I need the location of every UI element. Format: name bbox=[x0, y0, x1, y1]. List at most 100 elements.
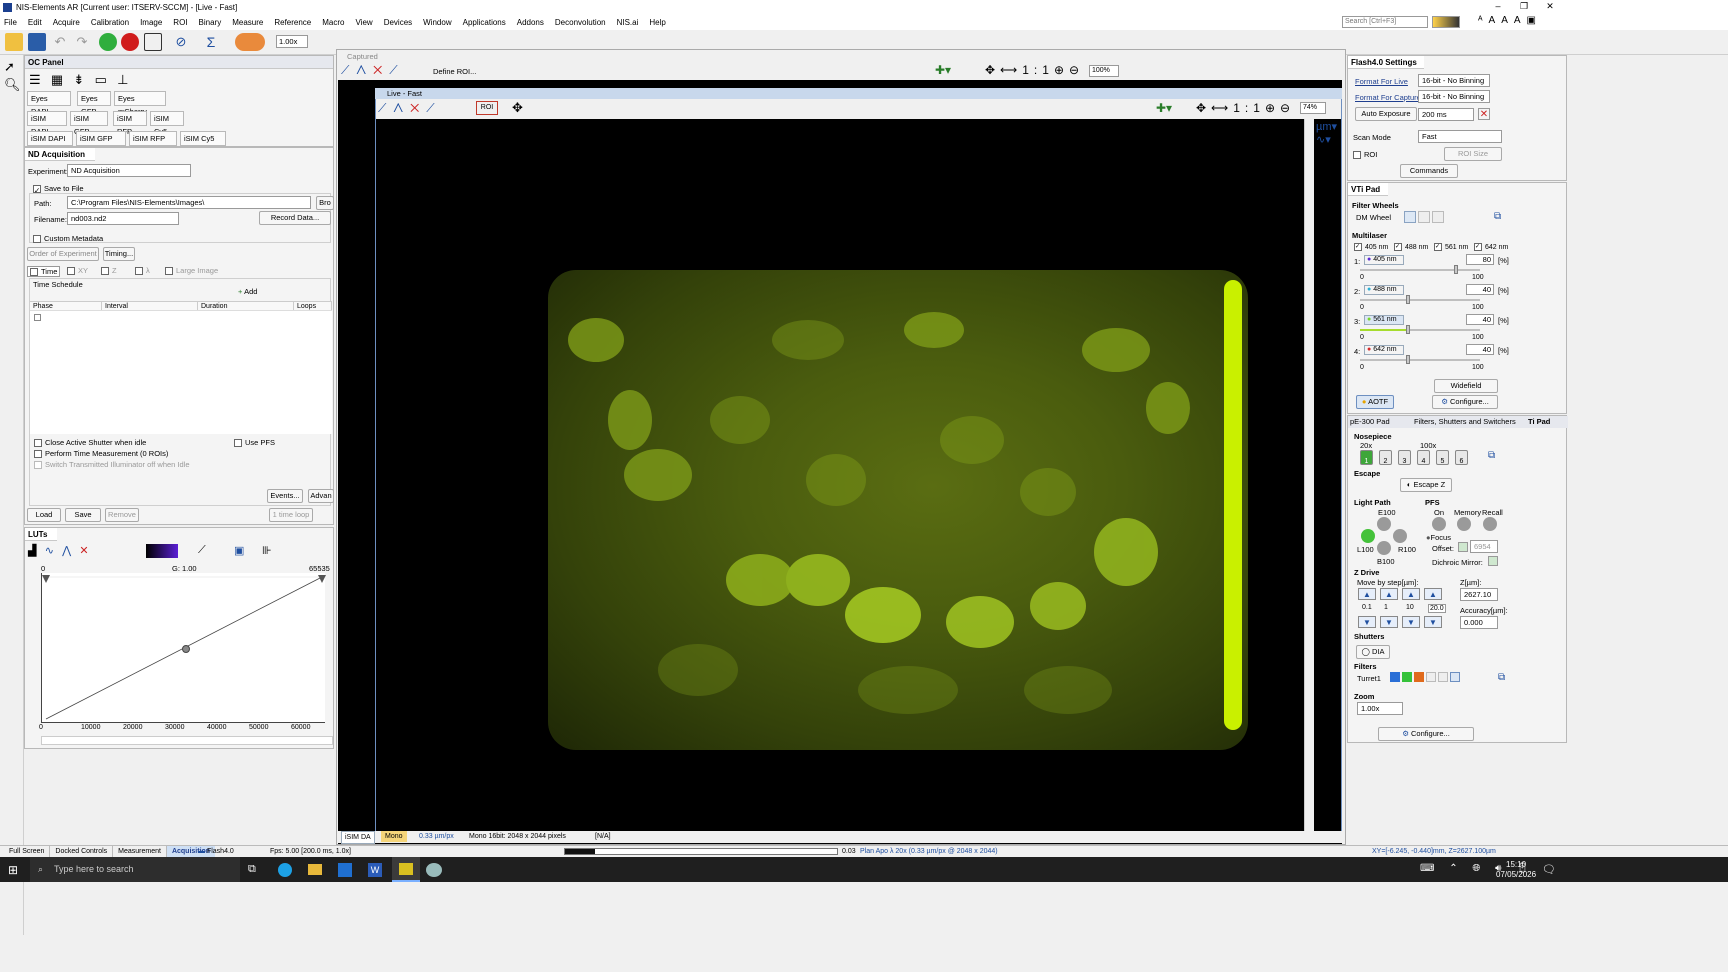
scan-mode-select[interactable]: Fast bbox=[1418, 130, 1502, 143]
dm-wheel-pos-2[interactable] bbox=[1418, 211, 1430, 223]
dia-shutter-button[interactable]: ◯ DIA bbox=[1356, 645, 1390, 659]
nosepiece-slot-2[interactable]: 2 bbox=[1379, 450, 1392, 465]
z-field[interactable]: 2627.10 bbox=[1460, 588, 1498, 601]
nd-tab-0[interactable]: Time bbox=[27, 266, 61, 278]
zoom-select[interactable]: 1.00x bbox=[276, 35, 308, 48]
optical-config-icon[interactable] bbox=[235, 33, 265, 51]
nd-tab-4[interactable]: Large Image bbox=[165, 266, 218, 276]
zoom-field[interactable]: 1.00x bbox=[1357, 702, 1403, 715]
tune-icon[interactable]: ⊥ bbox=[117, 72, 128, 87]
use-pfs-checkbox[interactable]: Use PFS bbox=[234, 438, 275, 448]
menu-nisai[interactable]: NIS.ai bbox=[617, 18, 639, 27]
format-live-select[interactable]: 16-bit - No Binning bbox=[1418, 74, 1490, 87]
taskbar-search[interactable]: ⌕ Type here to search bbox=[30, 857, 240, 882]
oc-button-isim-gfp-mp[interactable]: iSIM GFP MP bbox=[76, 131, 126, 156]
turret-pos-1[interactable] bbox=[1390, 672, 1400, 682]
laser-power-field[interactable]: 40 bbox=[1466, 284, 1494, 295]
z-down-button-1[interactable]: ▼ bbox=[1380, 616, 1398, 628]
z-up-button-1[interactable]: ▲ bbox=[1380, 588, 1398, 600]
add-button[interactable]: + Add bbox=[238, 287, 257, 296]
oc-button-isim-dapi-mp[interactable]: iSIM DAPI MP bbox=[27, 131, 73, 156]
path-field[interactable]: C:\Program Files\NIS-Elements\Images\ bbox=[67, 196, 311, 209]
load-button[interactable]: Load bbox=[27, 508, 61, 522]
remove-button[interactable]: Remove bbox=[105, 508, 139, 522]
lut-auto-icon[interactable]: ▟ bbox=[28, 545, 36, 557]
laser-power-field[interactable]: 40 bbox=[1466, 344, 1494, 355]
z-up-button-2[interactable]: ▲ bbox=[1402, 588, 1420, 600]
laser-slider-knob[interactable] bbox=[1406, 325, 1410, 334]
clock[interactable]: 15:10 07/05/2026 bbox=[1496, 860, 1536, 880]
lut-fit-icon[interactable]: ⋀ bbox=[62, 545, 71, 557]
turret-pos-3[interactable] bbox=[1414, 672, 1424, 682]
unit-selector[interactable]: µm▾ ∿▾ bbox=[1316, 120, 1342, 160]
menu-binary[interactable]: Binary bbox=[199, 18, 222, 27]
outlook-icon[interactable] bbox=[338, 863, 352, 877]
laser-slider-0[interactable] bbox=[1360, 269, 1480, 271]
sum-icon[interactable]: Σ bbox=[202, 33, 220, 51]
dichroic-icon[interactable] bbox=[1488, 556, 1498, 566]
column-header[interactable]: Loops bbox=[294, 302, 332, 310]
oc-button-isim-rfp-mp[interactable]: iSIM RFP MP bbox=[129, 131, 177, 156]
menu-file[interactable]: File bbox=[4, 18, 17, 27]
notifications-icon[interactable]: 🗨︎ bbox=[1542, 863, 1556, 876]
laser-slider-knob[interactable] bbox=[1406, 295, 1410, 304]
theme-icon[interactable] bbox=[1432, 16, 1460, 28]
record-data-button[interactable]: Record Data... bbox=[259, 211, 331, 225]
column-header[interactable]: Phase bbox=[30, 302, 102, 310]
oc-button-eyes-dapi[interactable]: Eyes DAPI bbox=[27, 91, 71, 116]
dm-wheel-pos-1[interactable] bbox=[1404, 211, 1416, 223]
nd-tab-1[interactable]: XY bbox=[67, 266, 88, 276]
roi-icon[interactable]: ROI bbox=[476, 101, 498, 115]
bottom-tab-0[interactable]: Full Screen bbox=[4, 846, 51, 857]
ti-tab-0[interactable]: pE-300 Pad bbox=[1350, 416, 1390, 428]
menu-macro[interactable]: Macro bbox=[322, 18, 344, 27]
stop-icon[interactable] bbox=[121, 33, 139, 51]
lut-split-icon[interactable]: ⊪ bbox=[262, 544, 272, 557]
laser-name-1[interactable]: ● 488 nm bbox=[1364, 285, 1404, 295]
nosepiece-slot-4[interactable]: 4 bbox=[1417, 450, 1430, 465]
column-header[interactable]: Interval bbox=[102, 302, 198, 310]
dm-wheel-pos-3[interactable] bbox=[1432, 211, 1444, 223]
order-of-experiment-select[interactable]: Order of Experiment bbox=[27, 247, 99, 261]
monitor-icon[interactable]: ▭ bbox=[95, 72, 107, 87]
light-path-r100[interactable] bbox=[1393, 529, 1407, 543]
lut-curve-icon[interactable]: ∿ bbox=[45, 545, 54, 557]
light-path-e100[interactable] bbox=[1377, 517, 1391, 531]
list-icon[interactable]: ☰ bbox=[29, 72, 41, 87]
sort-icon[interactable]: ⇟ bbox=[73, 72, 84, 87]
oc-button-eyes-mcherry[interactable]: Eyes mCherry bbox=[114, 91, 166, 116]
z-step-label[interactable]: 20.0 bbox=[1428, 604, 1446, 613]
nosepiece-slot-3[interactable]: 3 bbox=[1398, 450, 1411, 465]
nosepiece-slot-1[interactable]: 1 bbox=[1360, 450, 1373, 465]
turret-pos-6[interactable] bbox=[1450, 672, 1460, 682]
oc-button-isim-gfp[interactable]: iSIM GFP bbox=[70, 111, 108, 136]
z-down-button-3[interactable]: ▼ bbox=[1424, 616, 1442, 628]
column-header[interactable]: Duration bbox=[198, 302, 294, 310]
perform-time-checkbox[interactable]: Perform Time Measurement (0 ROIs) bbox=[34, 449, 168, 459]
captured-roi-tools[interactable]: ⟋⋀✕⟋ bbox=[341, 63, 431, 79]
restore-button[interactable]: ❐ bbox=[1514, 0, 1534, 15]
menu-roi[interactable]: ROI bbox=[173, 18, 187, 27]
play-live-icon[interactable] bbox=[99, 33, 117, 51]
exposure-reset-icon[interactable]: ✕ bbox=[1478, 108, 1490, 120]
zoom-tool-icon[interactable]: 🔍︎ bbox=[4, 77, 21, 93]
auto-exposure-button[interactable]: Auto Exposure bbox=[1355, 107, 1417, 121]
bottom-tab-1[interactable]: Docked Controls bbox=[50, 846, 114, 857]
menu-help[interactable]: Help bbox=[649, 18, 665, 27]
save-to-file-checkbox[interactable]: ✓ Save to File bbox=[33, 184, 84, 195]
z-down-button-0[interactable]: ▼ bbox=[1358, 616, 1376, 628]
events-button[interactable]: Events... bbox=[267, 489, 303, 503]
save-button[interactable]: Save bbox=[65, 508, 101, 522]
oc-button-isim-cy5-mp[interactable]: iSIM Cy5 MP bbox=[180, 131, 226, 156]
task-view-icon[interactable]: ⧉ bbox=[248, 863, 256, 876]
search-field[interactable]: Search [Ctrl+F3] bbox=[1342, 16, 1428, 28]
lut-save-icon[interactable]: ▣ bbox=[234, 544, 244, 557]
font-size-buttons[interactable]: ᴬAAA▣ bbox=[1478, 15, 1570, 29]
laser-check-2[interactable]: ✓ 561 nm bbox=[1434, 243, 1468, 251]
laser-slider-1[interactable] bbox=[1360, 299, 1480, 301]
turret-settings-icon[interactable]: ⧉ bbox=[1498, 672, 1505, 683]
laser-name-3[interactable]: ● 642 nm bbox=[1364, 345, 1404, 355]
status-tab-isim[interactable]: iSIM DA bbox=[341, 831, 375, 844]
captured-zoom-tools[interactable]: ✥⟷1:1⊕⊖ bbox=[985, 63, 1085, 79]
laser-slider-2[interactable] bbox=[1360, 329, 1480, 331]
